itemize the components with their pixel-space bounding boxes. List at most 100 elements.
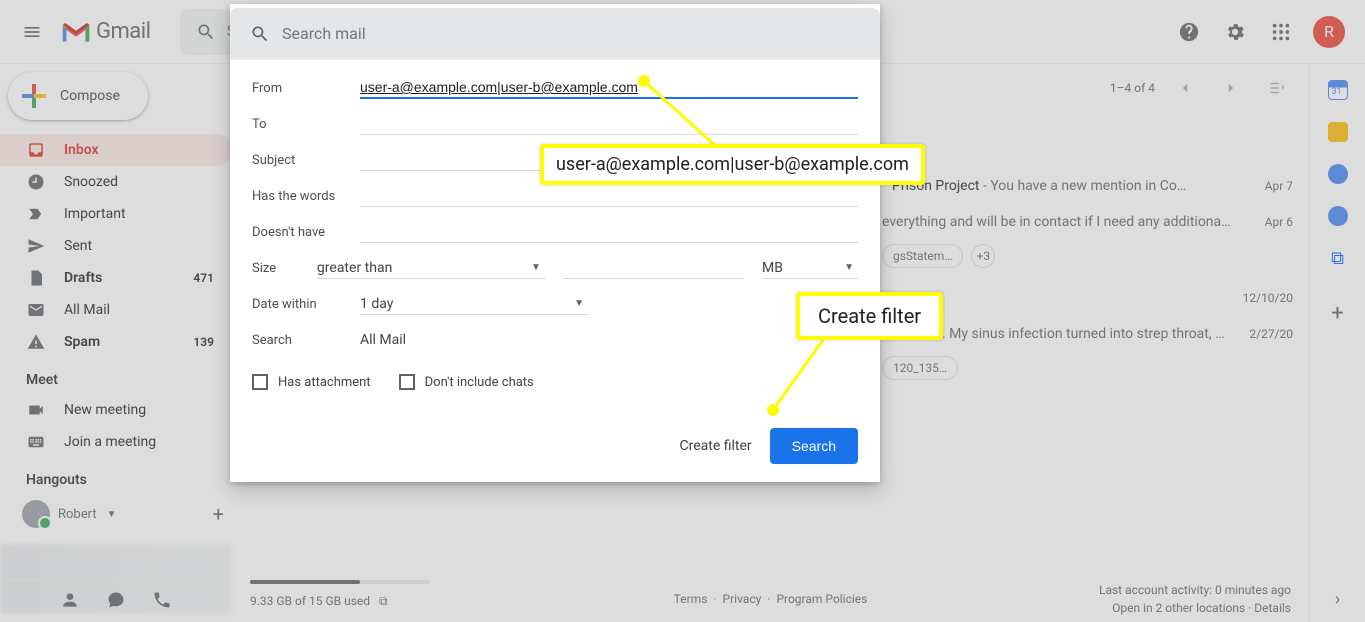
- footer-activity: Last account activity: 0 minutes ago: [1099, 581, 1291, 599]
- account-avatar[interactable]: R: [1313, 16, 1345, 48]
- sidebar-item-label: Important: [64, 206, 126, 222]
- sidebar-item-label: Spam: [64, 334, 100, 350]
- filter-haswords-label: Has the words: [252, 189, 360, 204]
- filter-subject-label: Subject: [252, 153, 360, 168]
- sidebar-item-important[interactable]: Important: [0, 198, 232, 230]
- important-icon: [26, 205, 46, 223]
- search-placeholder-text: Search mail: [282, 24, 366, 43]
- clock-icon: [26, 173, 46, 191]
- filter-date-label: Date within: [252, 297, 360, 312]
- sidebar-item-label: Drafts: [64, 270, 102, 286]
- footer-details-link[interactable]: Details: [1254, 601, 1291, 615]
- filter-doesnthave-input[interactable]: [360, 222, 858, 243]
- footer-privacy-link[interactable]: Privacy: [723, 592, 762, 606]
- footer-locations: Open in 2 other locations: [1112, 601, 1245, 615]
- filter-search-label: Search: [252, 333, 360, 348]
- settings-gear-icon[interactable]: [1215, 12, 1255, 52]
- meet-section-label: Meet: [0, 358, 232, 394]
- get-addons-icon[interactable]: +: [1331, 301, 1343, 326]
- allmail-icon: [26, 301, 46, 319]
- inbox-icon: [26, 141, 46, 159]
- sidebar-item-label: All Mail: [64, 302, 110, 318]
- keyboard-icon: [26, 433, 46, 451]
- sent-icon: [26, 237, 46, 255]
- main-menu-button[interactable]: [8, 8, 56, 56]
- mail-date: Apr 7: [1265, 179, 1293, 193]
- prev-page-button[interactable]: [1169, 72, 1201, 104]
- contacts-addon-icon[interactable]: [1328, 206, 1348, 226]
- footer-policies-link[interactable]: Program Policies: [776, 592, 867, 606]
- compose-button[interactable]: Compose: [8, 72, 148, 120]
- search-filter-panel: Search mail From To Subject Has the word…: [230, 4, 880, 482]
- sidebar-item-drafts[interactable]: Drafts 471: [0, 262, 232, 294]
- footer: 9.33 GB of 15 GB used ⧉ Terms· Privacy· …: [232, 576, 1309, 622]
- caret-down-icon[interactable]: ▼: [107, 509, 117, 520]
- mail-date: Apr 6: [1265, 215, 1293, 229]
- mail-date: 12/10/20: [1243, 291, 1293, 305]
- filter-to-label: To: [252, 117, 360, 132]
- filter-has-attachment-checkbox[interactable]: Has attachment: [252, 374, 371, 390]
- sidebar-item-label: Join a meeting: [64, 434, 156, 450]
- filter-to-input[interactable]: [360, 114, 858, 135]
- search-icon[interactable]: [250, 24, 270, 44]
- hangouts-chat-icon[interactable]: [106, 590, 126, 614]
- collapse-sidepanel-icon[interactable]: ›: [1335, 589, 1340, 610]
- storage-text: 9.33 GB of 15 GB used: [250, 594, 370, 608]
- sidebar-item-join-meeting[interactable]: Join a meeting: [0, 426, 232, 458]
- tasks-addon-icon[interactable]: [1328, 164, 1348, 184]
- footer-terms-link[interactable]: Terms: [674, 592, 708, 606]
- hangouts-bottom-bar: [0, 580, 232, 622]
- gmail-logo[interactable]: Gmail: [60, 19, 150, 44]
- filter-size-unit-select[interactable]: MB▼: [762, 258, 858, 279]
- sidebar-item-sent[interactable]: Sent: [0, 230, 232, 262]
- filter-search-scope[interactable]: All Mail: [360, 332, 858, 348]
- hangouts-contacts-icon[interactable]: [60, 590, 80, 614]
- callout-create-filter: Create filter: [796, 292, 943, 340]
- mail-snippet: everything and will be in contact if I n…: [882, 214, 1247, 230]
- sidebar-item-label: New meeting: [64, 402, 146, 418]
- filter-size-op-select[interactable]: greater than▼: [317, 258, 545, 279]
- sidebar-item-inbox[interactable]: Inbox: [0, 134, 232, 166]
- sidebar-item-new-meeting[interactable]: New meeting: [0, 394, 232, 426]
- hangouts-section-label: Hangouts: [0, 458, 232, 494]
- keep-addon-icon[interactable]: [1328, 122, 1348, 142]
- display-density-button[interactable]: [1261, 72, 1293, 104]
- filter-size-label: Size: [252, 261, 317, 276]
- apps-grid-icon[interactable]: [1261, 12, 1301, 52]
- next-page-button[interactable]: [1215, 72, 1247, 104]
- filter-haswords-input[interactable]: [360, 186, 858, 207]
- filter-from-input[interactable]: [360, 77, 858, 99]
- dropbox-addon-icon[interactable]: ⧉: [1331, 248, 1344, 269]
- pagination-range: 1–4 of 4: [1110, 81, 1155, 95]
- sidebar-item-spam[interactable]: Spam 139: [0, 326, 232, 358]
- plus-icon: [22, 84, 46, 108]
- open-storage-icon[interactable]: ⧉: [379, 594, 388, 608]
- add-contact-icon[interactable]: +: [213, 502, 224, 526]
- sidebar-item-snoozed[interactable]: Snoozed: [0, 166, 232, 198]
- filter-size-value-input[interactable]: [563, 258, 744, 279]
- filter-from-label: From: [252, 81, 360, 96]
- compose-label: Compose: [60, 88, 120, 104]
- search-button[interactable]: Search: [770, 428, 858, 464]
- mail-date: 2/27/20: [1249, 327, 1293, 341]
- drafts-count: 471: [193, 271, 214, 285]
- filter-no-chats-checkbox[interactable]: Don't include chats: [399, 374, 534, 390]
- filter-date-select[interactable]: 1 day▼: [360, 294, 588, 315]
- sidebar-item-allmail[interactable]: All Mail: [0, 294, 232, 326]
- attachment-chip[interactable]: 120_135…: [882, 356, 958, 380]
- camera-icon: [26, 401, 46, 419]
- hangouts-phone-icon[interactable]: [152, 590, 172, 614]
- search-icon[interactable]: [186, 12, 226, 52]
- hangouts-user-row[interactable]: Robert ▼ +: [0, 494, 232, 534]
- mail-snippet: . My sinus infection turned into strep t…: [942, 326, 1231, 342]
- hangouts-user-name: Robert: [58, 507, 97, 522]
- support-icon[interactable]: [1169, 12, 1209, 52]
- attachment-more-chip[interactable]: +3: [971, 244, 995, 268]
- calendar-addon-icon[interactable]: [1328, 80, 1348, 100]
- create-filter-link[interactable]: Create filter: [679, 438, 751, 454]
- sidebar-item-label: Snoozed: [64, 174, 118, 190]
- attachment-chip[interactable]: gsStatem…: [882, 244, 963, 268]
- mail-snippet: - You have a new mention in Co…: [980, 178, 1187, 194]
- storage-bar: [250, 580, 430, 584]
- user-presence-icon: [22, 500, 50, 528]
